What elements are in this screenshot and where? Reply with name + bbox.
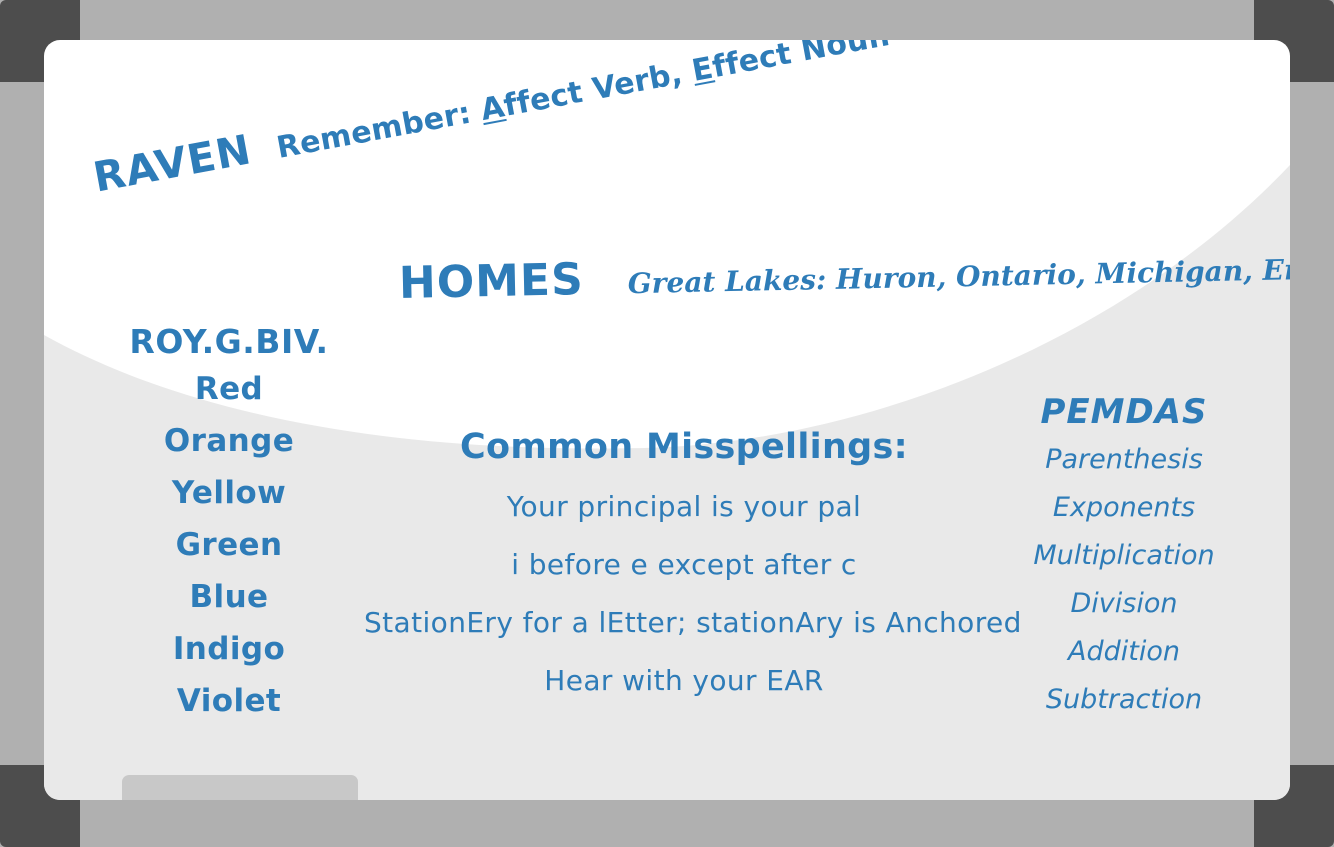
misspellings-column: Common Misspellings: Your principal is y… — [364, 427, 1022, 725]
pemdas-item-multiplication: Multiplication — [1033, 540, 1215, 571]
homes-mnemonic-row: HOMES Great Lakes: Huron, Ontario, Michi… — [398, 238, 1290, 309]
raven-note-prefix: Remember: — [274, 93, 485, 166]
roygbiv-item-indigo: Indigo — [172, 631, 286, 667]
homes-note: Great Lakes: Huron, Ontario, Michigan, E… — [627, 248, 1290, 301]
pemdas-item-parenthesis: Parenthesis — [1045, 444, 1203, 475]
raven-mnemonic-row: RAVEN Remember: Affect Verb, Effect Noun — [89, 40, 893, 202]
misspellings-item-principal: Your principal is your pal — [506, 490, 862, 523]
raven-note-end: ffect Noun — [709, 40, 893, 86]
raven-note-middle: ffect Verb, — [500, 54, 696, 124]
roygbiv-column: ROY.G.BIV. Red Orange Yellow Green Blue … — [104, 325, 354, 738]
roygbiv-item-yellow: Yellow — [171, 475, 287, 511]
pemdas-item-subtraction: Subtraction — [1045, 684, 1203, 715]
ink-layer: RAVEN Remember: Affect Verb, Effect Noun… — [44, 40, 1290, 800]
raven-acronym: RAVEN — [89, 125, 256, 202]
roygbiv-title: ROY.G.BIV. — [129, 322, 329, 361]
misspellings-item-stationery: StationEry for a lEtter; stationAry is A… — [364, 606, 1022, 639]
marker-tray[interactable] — [122, 775, 358, 800]
pemdas-item-exponents: Exponents — [1052, 492, 1196, 523]
homes-acronym: HOMES — [398, 254, 585, 309]
pemdas-item-addition: Addition — [1068, 636, 1180, 667]
roygbiv-item-green: Green — [175, 527, 283, 563]
pemdas-item-division: Division — [1070, 588, 1178, 619]
roygbiv-item-red: Red — [194, 371, 264, 407]
roygbiv-item-orange: Orange — [163, 423, 295, 459]
whiteboard-scene: RAVEN Remember: Affect Verb, Effect Noun… — [0, 0, 1334, 847]
misspellings-item-hear: Hear with your EAR — [544, 664, 824, 697]
whiteboard-surface[interactable]: RAVEN Remember: Affect Verb, Effect Noun… — [44, 40, 1290, 800]
pemdas-title: PEMDAS — [1040, 392, 1208, 432]
misspellings-title: Common Misspellings: — [460, 427, 908, 467]
misspellings-item-i-before-e: i before e except after c — [511, 548, 857, 581]
pemdas-column: PEMDAS Parenthesis Exponents Multiplicat… — [999, 395, 1249, 734]
roygbiv-item-violet: Violet — [176, 683, 282, 719]
raven-note: Remember: Affect Verb, Effect Noun — [274, 40, 893, 166]
roygbiv-item-blue: Blue — [189, 579, 269, 615]
